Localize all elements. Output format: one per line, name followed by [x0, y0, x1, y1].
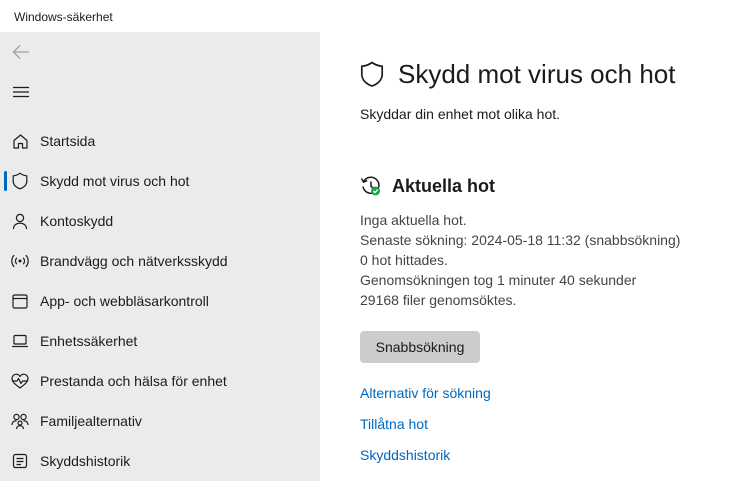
scan-options-link[interactable]: Alternativ för sökning	[360, 385, 491, 401]
status-line: Genomsökningen tog 1 minuter 40 sekunder	[360, 272, 637, 288]
menu-button[interactable]	[4, 77, 38, 107]
main-content: Skydd mot virus och hot Skyddar din enhe…	[320, 32, 743, 481]
sidebar-item-account-protection[interactable]: Kontoskydd	[0, 201, 320, 241]
allowed-threats-link[interactable]: Tillåtna hot	[360, 416, 428, 432]
sidebar-item-device-security[interactable]: Enhetssäkerhet	[0, 321, 320, 361]
status-line: 0 hot hittades.	[360, 252, 448, 268]
sidebar-item-app-browser-control[interactable]: App- och webbläsarkontroll	[0, 281, 320, 321]
app-window-icon	[11, 292, 29, 310]
title-bar: Windows-säkerhet	[0, 0, 743, 32]
sidebar-item-family-options[interactable]: Familjealternativ	[0, 401, 320, 441]
page-title: Skydd mot virus och hot	[398, 58, 676, 89]
shield-icon	[360, 60, 384, 88]
windows-security-window: Windows-säkerhet Startsida Skydd mot vir…	[0, 0, 743, 481]
sidebar-item-label: Prestanda och hälsa för enhet	[40, 373, 227, 389]
status-line: Inga aktuella hot.	[360, 212, 467, 228]
sidebar-item-label: Kontoskydd	[40, 213, 114, 229]
sidebar: Startsida Skydd mot virus och hot Kontos…	[0, 32, 320, 481]
page-subtitle: Skyddar din enhet mot olika hot.	[360, 106, 561, 122]
shield-icon	[11, 172, 29, 190]
current-threats-header: Aktuella hot	[360, 175, 495, 197]
back-button[interactable]	[4, 36, 38, 68]
sidebar-item-home[interactable]: Startsida	[0, 121, 320, 161]
sidebar-item-virus-threat-protection[interactable]: Skydd mot virus och hot	[0, 161, 320, 201]
sidebar-item-label: Startsida	[40, 133, 96, 149]
history-icon	[11, 452, 29, 470]
app-title: Windows-säkerhet	[14, 10, 113, 24]
sidebar-item-label: App- och webbläsarkontroll	[40, 293, 209, 309]
home-icon	[11, 132, 29, 150]
sidebar-item-label: Brandvägg och nätverksskydd	[40, 253, 228, 269]
active-indicator	[4, 171, 7, 191]
threat-status-info: Inga aktuella hot. Senaste sökning: 2024…	[360, 210, 680, 310]
back-arrow-icon	[12, 45, 29, 59]
scan-history-ok-icon	[360, 176, 380, 196]
sidebar-item-protection-history[interactable]: Skyddshistorik	[0, 441, 320, 481]
status-line: 29168 filer genomsöktes.	[360, 292, 517, 308]
heart-pulse-icon	[11, 372, 29, 390]
person-icon	[11, 212, 29, 230]
sidebar-item-label: Skydd mot virus och hot	[40, 173, 190, 189]
status-line: Senaste sökning: 2024-05-18 11:32 (snabb…	[360, 232, 681, 248]
hamburger-menu-icon	[13, 86, 29, 98]
page-header: Skydd mot virus och hot	[360, 58, 675, 90]
sidebar-item-label: Familjealternativ	[40, 413, 142, 429]
laptop-icon	[11, 332, 29, 350]
quick-scan-button[interactable]: Snabbsökning	[360, 331, 480, 363]
sidebar-item-label: Skyddshistorik	[40, 453, 131, 469]
family-icon	[11, 412, 29, 430]
sidebar-item-device-performance-health[interactable]: Prestanda och hälsa för enhet	[0, 361, 320, 401]
wifi-icon	[11, 252, 29, 270]
protection-history-link[interactable]: Skyddshistorik	[360, 447, 450, 463]
nav-list: Startsida Skydd mot virus och hot Kontos…	[0, 121, 320, 481]
sidebar-item-label: Enhetssäkerhet	[40, 333, 138, 349]
current-threats-title: Aktuella hot	[392, 175, 496, 196]
sidebar-item-firewall-network[interactable]: Brandvägg och nätverksskydd	[0, 241, 320, 281]
